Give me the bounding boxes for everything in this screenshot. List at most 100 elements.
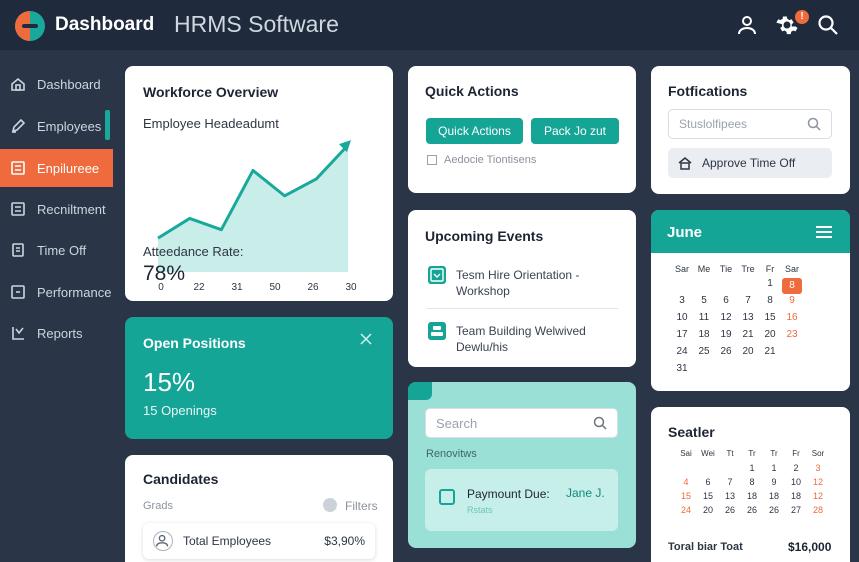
calendar-day[interactable]: 1 — [743, 463, 761, 473]
event-line-1: Team Building Welwived — [456, 324, 586, 338]
calendar-day[interactable]: 26 — [743, 505, 761, 515]
calendar-day[interactable]: 8 — [743, 477, 761, 487]
sidebar-item-enpilureee[interactable]: Enpilureee — [0, 149, 113, 187]
quick-actions-button[interactable]: Quick Actions — [426, 118, 523, 144]
sidebar-item-dashboard[interactable]: Dashboard — [0, 65, 113, 103]
calendar-day[interactable]: 20 — [760, 329, 780, 340]
card-title: Workforce Overview — [143, 84, 279, 100]
calendar-day[interactable]: 18 — [743, 491, 761, 501]
calendar-day[interactable]: 12 — [809, 477, 827, 487]
checkbox-icon[interactable] — [427, 155, 437, 165]
calendar-day[interactable]: 15 — [677, 491, 695, 501]
calendar-day[interactable]: 9 — [782, 295, 802, 306]
calendar-day[interactable]: 23 — [782, 329, 802, 340]
notifications-search-input[interactable]: Stuslolfipees — [668, 109, 832, 139]
calendar-day[interactable]: 20 — [699, 505, 717, 515]
calendar-day[interactable]: 9 — [765, 477, 783, 487]
calendar-day[interactable]: 5 — [694, 295, 714, 306]
filters-button[interactable]: Filters — [345, 499, 378, 513]
reminder-sub: Rstats — [467, 505, 493, 515]
calendar-day[interactable]: 13 — [721, 491, 739, 501]
event-item[interactable]: Team Building Welwived Dewlu/his — [456, 323, 586, 355]
search-icon[interactable] — [816, 13, 840, 37]
calendar-day[interactable]: 21 — [760, 346, 780, 357]
home-icon — [10, 76, 26, 92]
reminder-item[interactable]: Paymount Due: Rstats Jane J. — [425, 469, 618, 531]
calendar-day[interactable]: 28 — [809, 505, 827, 515]
calendar-day[interactable]: 4 — [677, 477, 695, 487]
weekday-label: Tt — [726, 449, 734, 458]
calendar-day[interactable]: 8 — [782, 278, 802, 294]
calendar-day[interactable]: 19 — [716, 329, 736, 340]
active-marker — [105, 110, 110, 140]
weekday-label: Fr — [792, 449, 800, 458]
search-icon — [807, 117, 821, 131]
calendar-day[interactable]: 15 — [699, 491, 717, 501]
calendar-day[interactable]: 3 — [672, 295, 692, 306]
sidebar: Dashboard Employees Enpilureee Recniltme… — [0, 50, 113, 562]
calendar-day[interactable]: 15 — [760, 312, 780, 323]
calendar-day[interactable]: 25 — [694, 346, 714, 357]
event-item[interactable]: Tesm Hire Orientation - Workshop — [456, 267, 579, 299]
calendar-day[interactable]: 6 — [699, 477, 717, 487]
sidebar-item-label: Enpilureee — [37, 160, 100, 176]
calendar-day[interactable]: 8 — [760, 295, 780, 306]
calendar-day[interactable]: 7 — [738, 295, 758, 306]
event-line-1: Tesm Hire Orientation - — [456, 268, 580, 282]
calendar-day[interactable]: 1 — [760, 278, 780, 289]
sidebar-item-label: Performance — [37, 284, 112, 300]
sidebar-item-reports[interactable]: Reports — [0, 314, 113, 352]
approve-time-off-button[interactable]: Approve Time Off — [668, 148, 832, 178]
calendar-day[interactable]: 17 — [672, 329, 692, 340]
search-input[interactable]: Search — [425, 408, 618, 438]
toggle-icon[interactable] — [323, 498, 337, 512]
calendar-day[interactable]: 3 — [809, 463, 827, 473]
sidebar-item-employees[interactable]: Employees — [0, 107, 113, 145]
calendar-day[interactable]: 24 — [677, 505, 695, 515]
pack-button[interactable]: Pack Jo zut — [531, 118, 619, 144]
x-tick-label: 26 — [307, 282, 319, 293]
calendar-day[interactable]: 18 — [765, 491, 783, 501]
card-title: Upcoming Events — [425, 228, 544, 244]
calendar-day[interactable]: 26 — [716, 346, 736, 357]
calendar-day[interactable]: 13 — [738, 312, 758, 323]
card-title: Fotfications — [668, 83, 748, 99]
candidate-row[interactable]: Total Employees $3,90% — [143, 523, 375, 559]
calendar-day[interactable]: 11 — [694, 312, 714, 323]
calendar-day[interactable]: 18 — [787, 491, 805, 501]
sidebar-item-time-off[interactable]: Time Off — [0, 231, 113, 269]
calendar-day[interactable]: 1 — [765, 463, 783, 473]
sidebar-item-performance[interactable]: Performance — [0, 273, 113, 311]
total-value: $16,000 — [788, 540, 832, 554]
calendar-day[interactable]: 12 — [809, 491, 827, 501]
weekday-label: Tie — [719, 264, 733, 274]
event-line-2: Workshop — [456, 284, 510, 298]
calendar-day[interactable]: 31 — [672, 363, 692, 374]
user-icon[interactable] — [735, 13, 759, 37]
app-title: HRMS Software — [174, 11, 339, 37]
calendar-day[interactable]: 2 — [787, 463, 805, 473]
search-placeholder: Search — [436, 415, 478, 431]
calendar-day[interactable]: 27 — [787, 505, 805, 515]
menu-icon[interactable] — [816, 225, 832, 239]
calendar-day[interactable]: 26 — [765, 505, 783, 515]
workforce-overview-card: Workforce Overview Employee Headeadumt 0… — [125, 66, 393, 301]
calendar-day[interactable]: 12 — [716, 312, 736, 323]
close-icon[interactable] — [358, 331, 374, 347]
list-icon — [10, 160, 26, 176]
calendar-day[interactable]: 7 — [721, 477, 739, 487]
calendar-day[interactable]: 10 — [672, 312, 692, 323]
team-icon — [428, 322, 446, 340]
calendar-day[interactable]: 10 — [787, 477, 805, 487]
calendar-day[interactable]: 6 — [716, 295, 736, 306]
calendar-day[interactable]: 16 — [782, 312, 802, 323]
calendar-day[interactable]: 24 — [672, 346, 692, 357]
logo-icon — [15, 11, 45, 41]
weekday-label: Tr — [748, 449, 756, 458]
calendar-day[interactable]: 18 — [694, 329, 714, 340]
calendar-day[interactable]: 20 — [738, 346, 758, 357]
candidates-card: Candidates Grads Filters Total Employees… — [125, 455, 393, 562]
calendar-day[interactable]: 21 — [738, 329, 758, 340]
calendar-day[interactable]: 26 — [721, 505, 739, 515]
sidebar-item-recruitment[interactable]: Recniltment — [0, 190, 113, 228]
